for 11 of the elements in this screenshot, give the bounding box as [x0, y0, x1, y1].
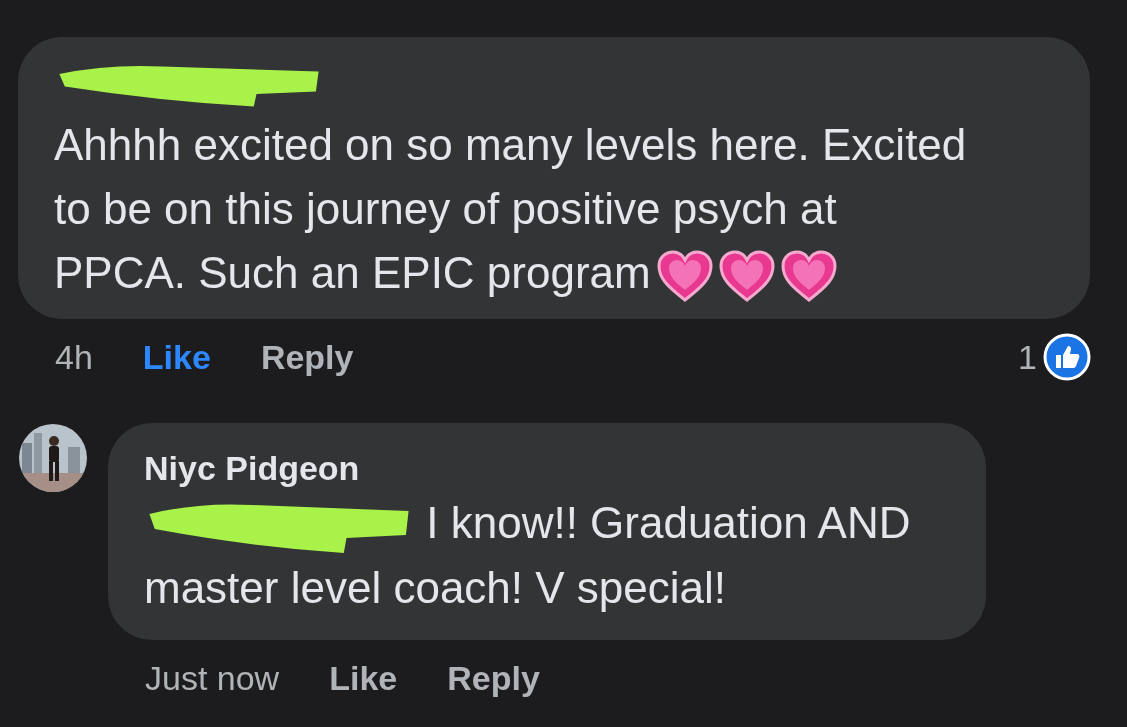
comment-time: 4h	[55, 337, 93, 377]
author-name[interactable]: Niyc Pidgeon	[144, 445, 950, 491]
reply-link[interactable]: Reply	[447, 658, 540, 698]
comment-text: I know!! Graduation AND master level coach! V special!	[144, 495, 912, 615]
like-count: 1	[1018, 337, 1037, 377]
thumbs-up-icon	[1043, 333, 1091, 381]
like-link[interactable]: Like	[142, 337, 211, 377]
comment-time: Just now	[145, 658, 280, 698]
like-link[interactable]: Like	[329, 658, 398, 698]
reply-link[interactable]: Reply	[260, 337, 354, 377]
comment-text: Ahhhh excited on so many levels here. Excited to be on this journey of positive psych at PPCA. Such an EPIC program	[54, 113, 1054, 305]
